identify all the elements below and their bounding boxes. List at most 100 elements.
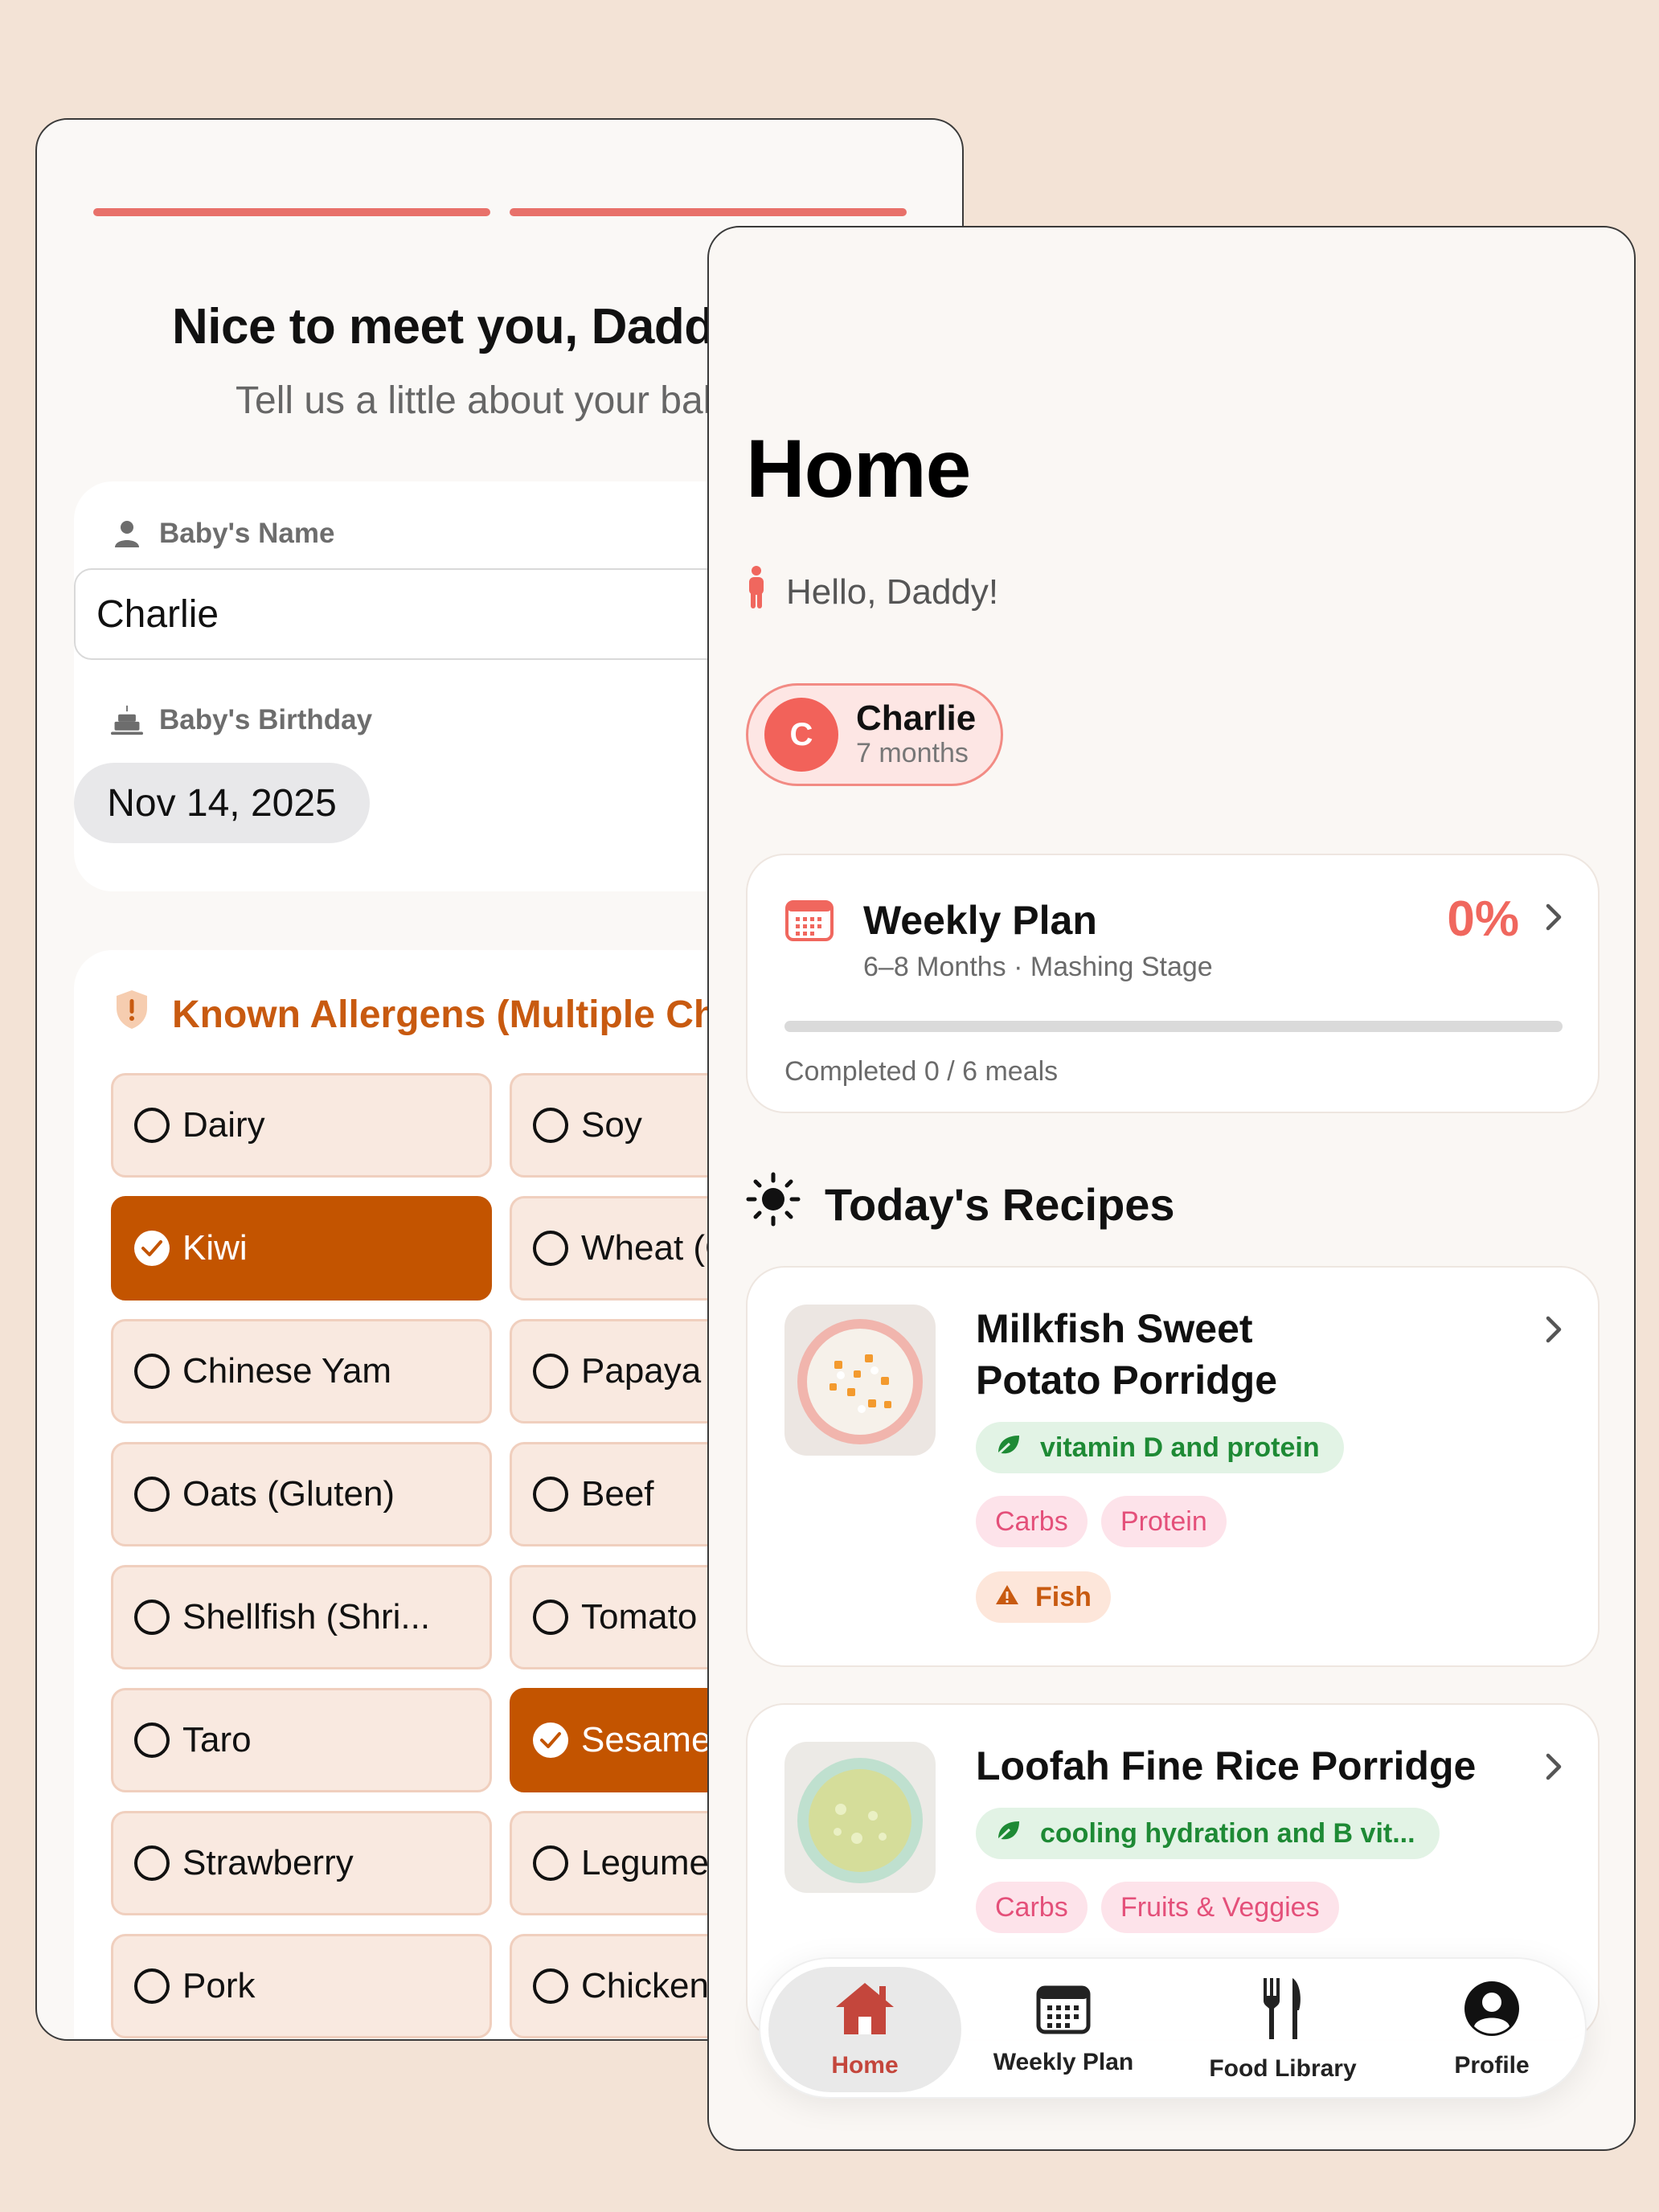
allergen-option[interactable]: Shellfish (Shri... xyxy=(111,1565,492,1669)
allergen-option-label: Shellfish (Shri... xyxy=(182,1597,431,1636)
radio-circle-icon xyxy=(533,1108,568,1143)
weekly-plan-percent: 0% xyxy=(1447,891,1519,947)
radio-circle-icon xyxy=(134,1968,170,2004)
allergen-option[interactable]: Kiwi xyxy=(111,1196,492,1301)
onboarding-title: Nice to meet you, Daddy! xyxy=(172,299,758,354)
chevron-right-icon xyxy=(1545,1309,1563,1353)
tab-profile[interactable]: Profile xyxy=(1403,1967,1580,2092)
radio-circle-icon xyxy=(533,1845,568,1881)
radio-circle-icon xyxy=(134,1722,170,1758)
progress-step-1 xyxy=(93,208,490,216)
allergen-warning-tag: Fish xyxy=(976,1571,1111,1623)
allergen-option-label: Soy xyxy=(581,1105,642,1145)
person-circle-icon xyxy=(1463,1980,1521,2044)
chevron-right-icon xyxy=(1545,897,1563,940)
allergen-option-label: Oats (Gluten) xyxy=(182,1474,395,1514)
baby-birthday-label: Baby's Birthday xyxy=(111,704,372,736)
tab-bar: Home Weekly Plan Food Library Profile xyxy=(759,1957,1587,2099)
radio-circle-icon xyxy=(533,1600,568,1635)
chevron-right-icon xyxy=(1545,1747,1563,1790)
benefit-tag: cooling hydration and B vit... xyxy=(976,1808,1440,1859)
allergen-option-label: Chinese Yam xyxy=(182,1351,392,1391)
tab-profile-label: Profile xyxy=(1454,2052,1530,2079)
baby-name-label-text: Baby's Name xyxy=(159,518,335,549)
benefit-text: vitamin D and protein xyxy=(1040,1432,1320,1463)
recipe-card[interactable]: Milkfish Sweet Potato Porridge vitamin D… xyxy=(746,1266,1600,1667)
avatar: C xyxy=(764,698,838,772)
onboarding-subtitle: Tell us a little about your baby xyxy=(236,379,744,422)
birthday-date-picker[interactable]: Nov 14, 2025 xyxy=(74,763,370,843)
progress-step-2 xyxy=(510,208,907,216)
benefit-text: cooling hydration and B vit... xyxy=(1040,1817,1415,1849)
warning-icon xyxy=(995,1582,1019,1613)
allergen-option-label: Taro xyxy=(182,1720,252,1759)
tab-weekly-plan-label: Weekly Plan xyxy=(993,2049,1134,2075)
tab-weekly-plan[interactable]: Weekly Plan xyxy=(971,1967,1156,2092)
baby-birthday-label-text: Baby's Birthday xyxy=(159,704,373,735)
baby-name-label: Baby's Name xyxy=(111,518,334,550)
radio-circle-icon xyxy=(533,1477,568,1512)
allergen-option-label: Kiwi xyxy=(182,1228,248,1268)
recipe-name-line-1: Milkfish Sweet xyxy=(976,1306,1253,1351)
person-icon xyxy=(111,518,143,550)
recipe-image-porridge xyxy=(784,1742,936,1893)
category-tag: Fruits & Veggies xyxy=(1101,1882,1339,1933)
allergen-option[interactable]: Strawberry xyxy=(111,1811,492,1915)
allergen-option[interactable]: Oats (Gluten) xyxy=(111,1442,492,1546)
radio-circle-icon xyxy=(134,1108,170,1143)
calendar-icon xyxy=(784,897,834,946)
leaf-icon xyxy=(995,1818,1021,1849)
radio-circle-icon xyxy=(533,1231,568,1266)
allergen-option[interactable]: Chinese Yam xyxy=(111,1319,492,1423)
recipe-name: Loofah Fine Rice Porridge xyxy=(976,1743,1477,1788)
home-screen: Home Hello, Daddy! C Charlie 7 months We… xyxy=(707,226,1636,2151)
radio-circle-icon xyxy=(134,1845,170,1881)
sun-icon xyxy=(746,1172,801,1237)
tab-home[interactable]: Home xyxy=(768,1967,961,2092)
weekly-plan-stage: 6–8 Months · Mashing Stage xyxy=(863,952,1213,982)
allergen-option-label: Chicken xyxy=(581,1966,709,2005)
tab-food-library[interactable]: Food Library xyxy=(1178,1967,1387,2092)
tab-home-label: Home xyxy=(831,2052,899,2079)
todays-recipes-heading: Today's Recipes xyxy=(746,1172,1175,1237)
category-tag: Protein xyxy=(1101,1496,1227,1547)
allergen-warning-text: Fish xyxy=(1035,1581,1092,1612)
radio-circle-icon xyxy=(134,1477,170,1512)
allergen-option[interactable]: Dairy xyxy=(111,1073,492,1178)
recipe-name-line-2: Potato Porridge xyxy=(976,1358,1278,1403)
benefit-tag: vitamin D and protein xyxy=(976,1422,1344,1473)
allergen-option-label: Legumes xyxy=(581,1843,727,1882)
category-tag: Carbs xyxy=(976,1496,1088,1547)
radio-circle-icon xyxy=(533,1968,568,2004)
dad-figure-icon xyxy=(746,565,767,619)
radio-circle-icon xyxy=(533,1354,568,1389)
allergen-shield-icon xyxy=(114,989,150,1040)
recipe-image-porridge xyxy=(784,1305,936,1456)
radio-circle-icon xyxy=(134,1354,170,1389)
baby-selector[interactable]: C Charlie 7 months xyxy=(746,683,1003,786)
birthday-cake-icon xyxy=(111,704,143,736)
allergen-option-label: Tomato xyxy=(581,1597,698,1636)
greeting-text: Hello, Daddy! xyxy=(786,571,999,612)
baby-age: 7 months xyxy=(856,738,969,768)
allergen-option-label: Sesame xyxy=(581,1720,711,1759)
fork-knife-icon xyxy=(1260,1976,1305,2047)
page-title: Home xyxy=(746,423,971,514)
allergen-option-label: Beef xyxy=(581,1474,654,1514)
allergen-option-label: Strawberry xyxy=(182,1843,354,1882)
allergens-heading: Known Allergens (Multiple Choice) xyxy=(114,989,807,1040)
leaf-icon xyxy=(995,1432,1021,1464)
radio-circle-icon xyxy=(134,1600,170,1635)
weekly-plan-progress-bar xyxy=(784,1021,1563,1032)
category-tag: Carbs xyxy=(976,1882,1088,1933)
calendar-icon xyxy=(1036,1983,1091,2041)
tab-food-library-label: Food Library xyxy=(1209,2055,1357,2082)
allergen-option-label: Dairy xyxy=(182,1105,265,1145)
weekly-plan-card[interactable]: Weekly Plan 6–8 Months · Mashing Stage 0… xyxy=(746,854,1600,1113)
greeting: Hello, Daddy! xyxy=(746,565,998,619)
allergen-option-label: Pork xyxy=(182,1966,256,2005)
checkmark-circle-icon xyxy=(134,1231,170,1266)
weekly-plan-title: Weekly Plan xyxy=(863,898,1097,943)
allergen-option[interactable]: Taro xyxy=(111,1688,492,1792)
allergen-option[interactable]: Pork xyxy=(111,1934,492,2038)
